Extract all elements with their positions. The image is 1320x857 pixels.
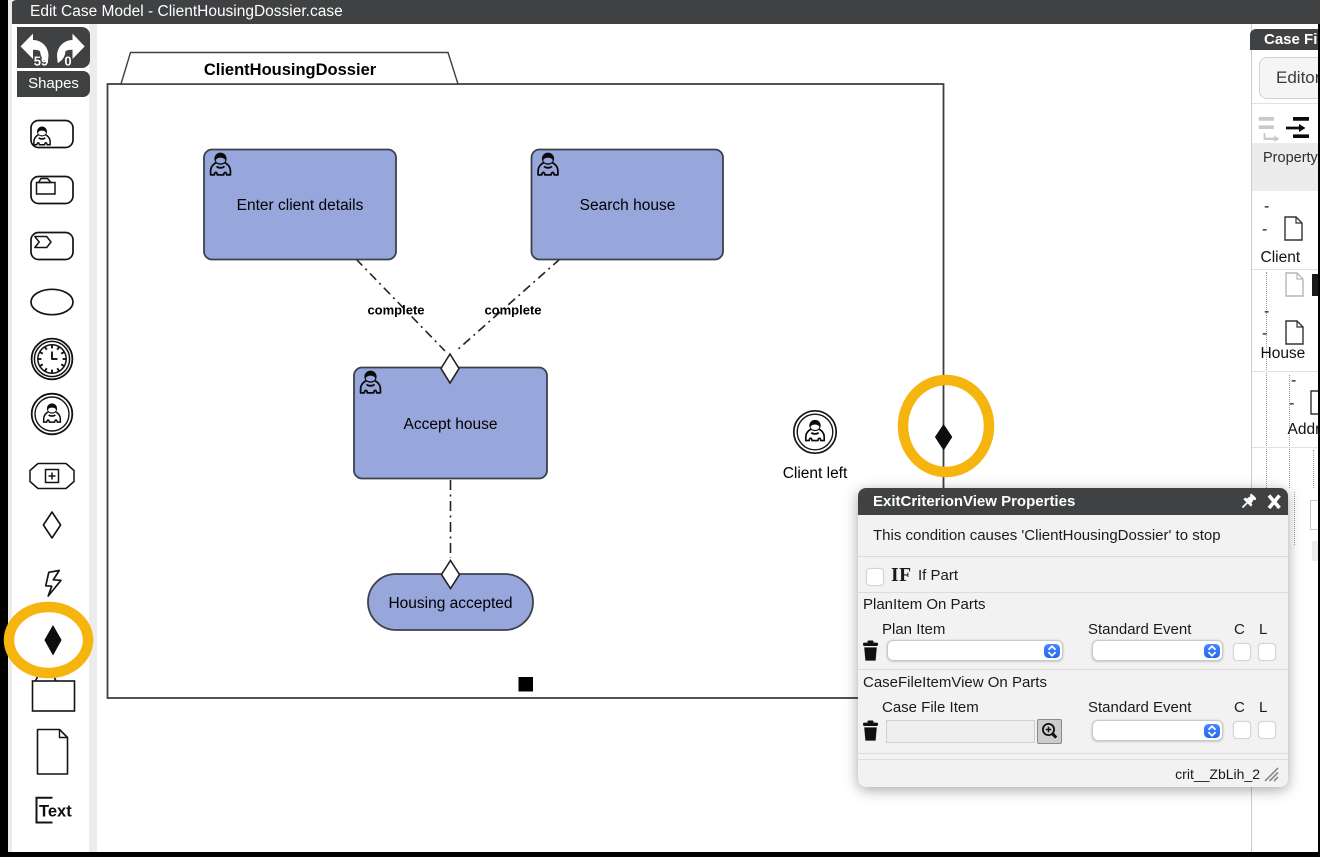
svg-text:0: 0 [64, 53, 71, 68]
svg-text:59: 59 [34, 53, 49, 68]
svg-text:Text: Text [39, 803, 72, 821]
